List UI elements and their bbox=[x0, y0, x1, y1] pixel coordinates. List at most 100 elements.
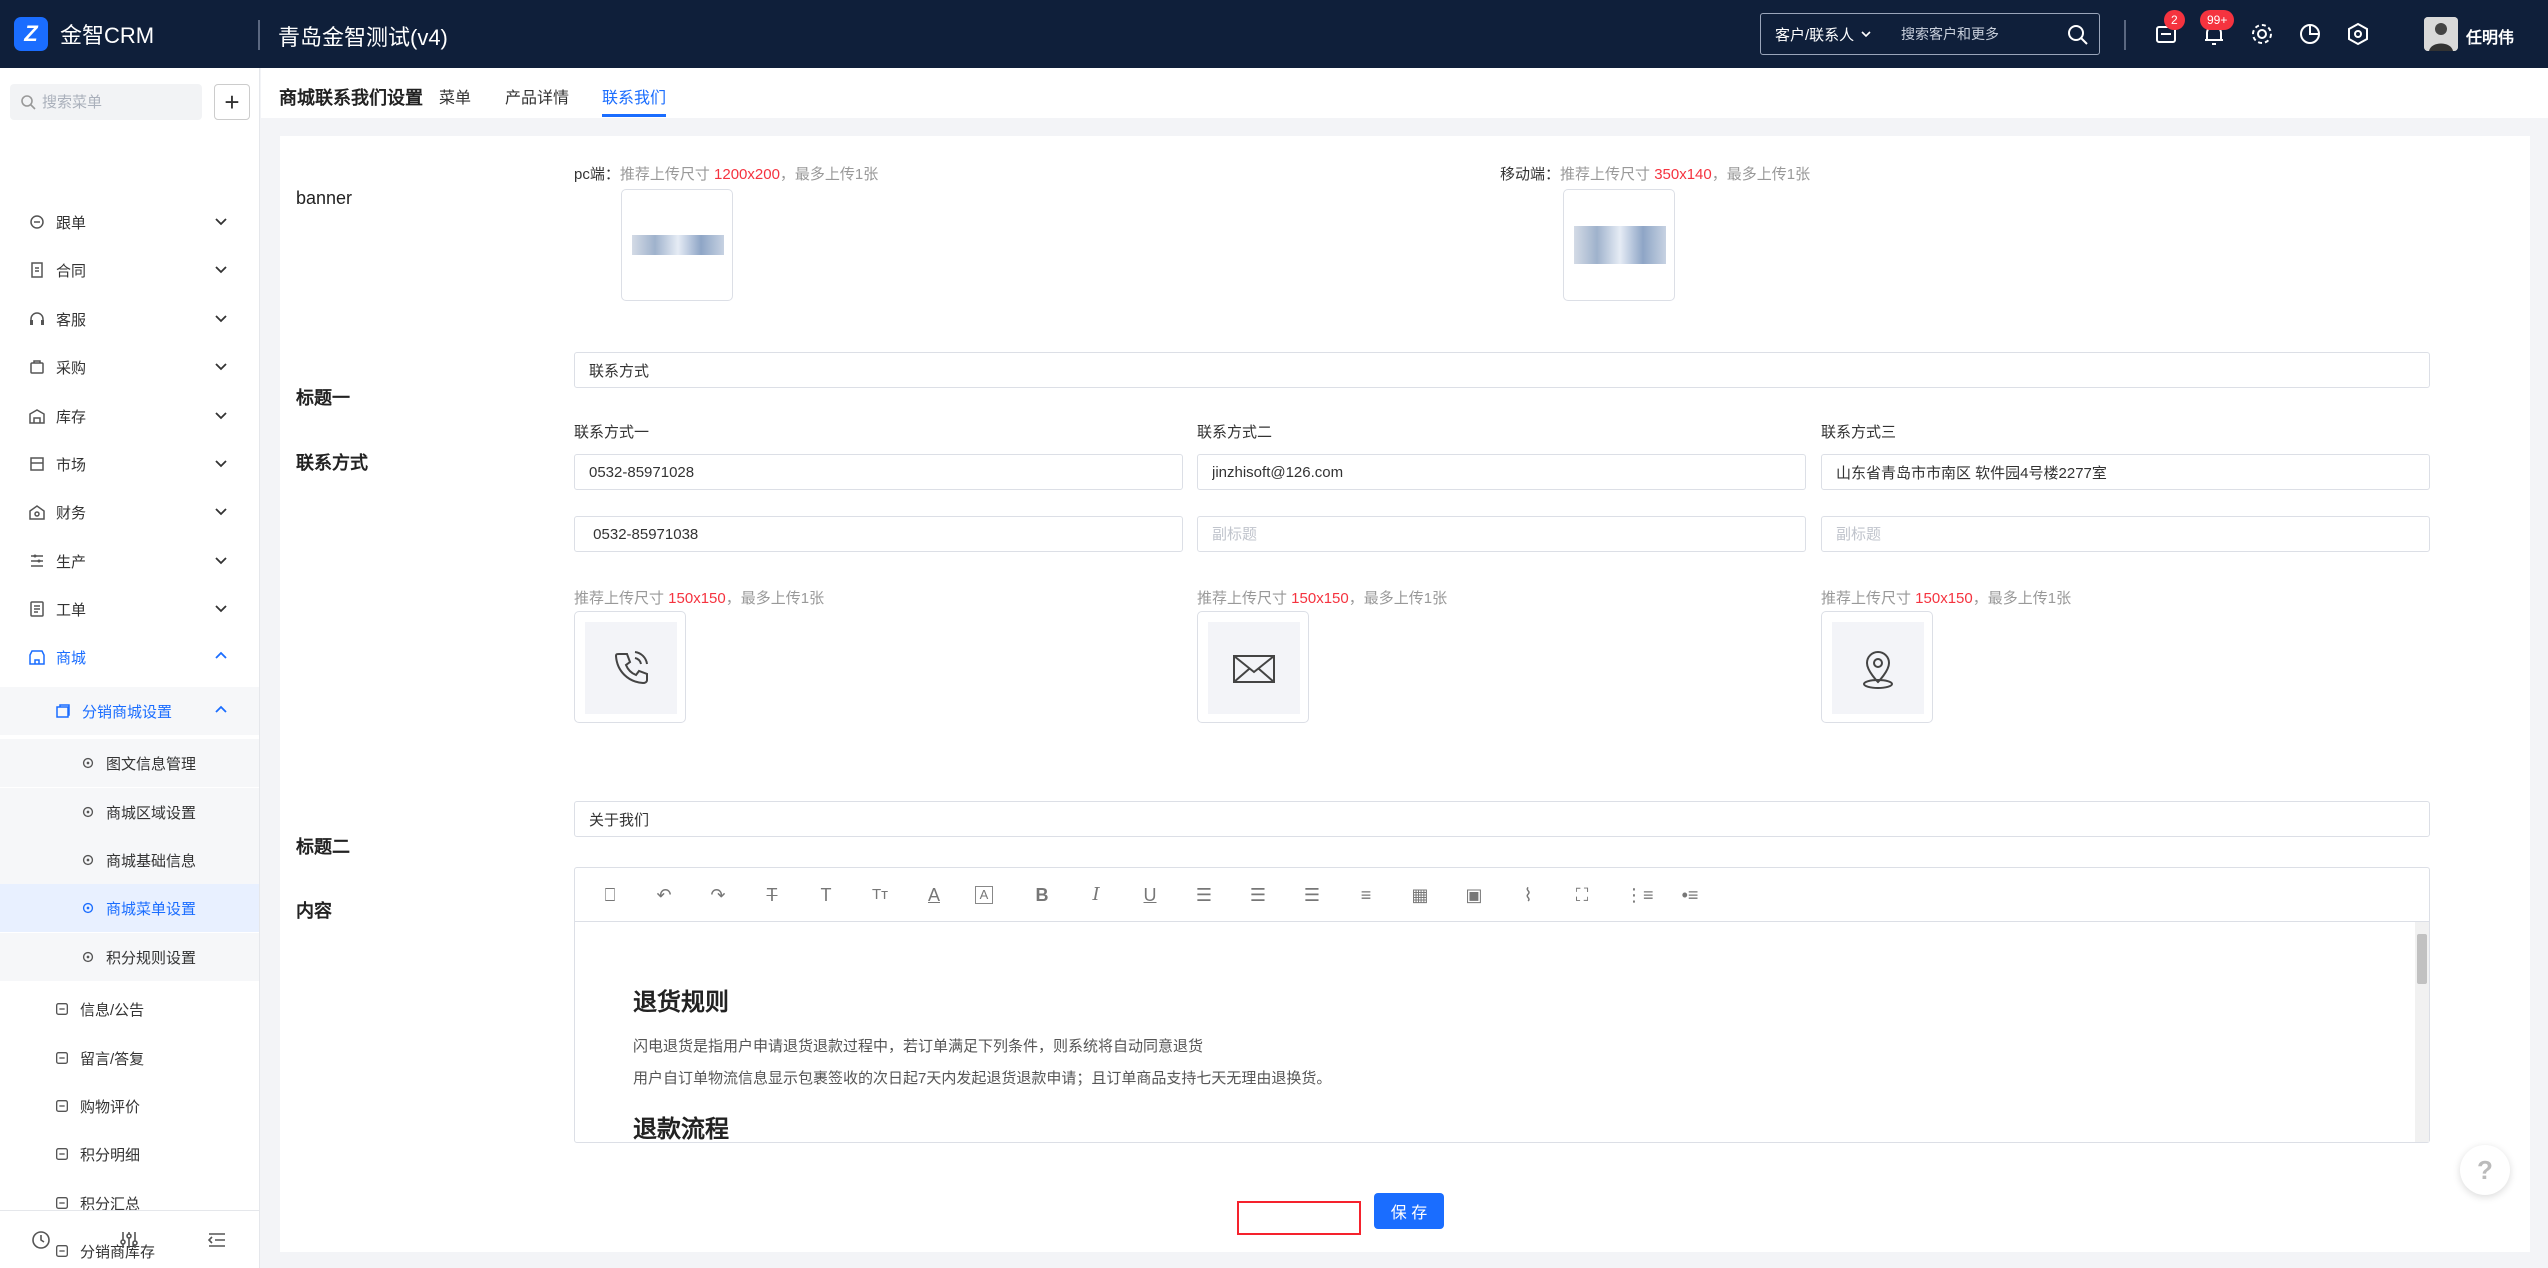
contact-value-input[interactable] bbox=[574, 454, 1183, 490]
contact-icon-upload[interactable] bbox=[1197, 611, 1309, 723]
hint-size: 150x150 bbox=[1291, 590, 1349, 607]
editor-content[interactable]: 退货规则 闪电退货是指用户申请退货退款过程中，若订单满足下列条件，则系统将自动同… bbox=[575, 922, 2415, 1142]
sidebar-item[interactable]: 市场 bbox=[0, 440, 259, 488]
sidebar-item[interactable]: 购物评价 bbox=[0, 1082, 259, 1130]
contact-subtitle-input[interactable] bbox=[574, 516, 1183, 552]
clear-format-icon[interactable]: T bbox=[761, 884, 783, 906]
app-logo[interactable]: Z 金智CRM bbox=[14, 17, 154, 51]
tab-product-details[interactable]: 产品详情 bbox=[505, 84, 569, 108]
bullet-list-icon[interactable]: •≡ bbox=[1679, 884, 1701, 906]
sidebar-item-label: 客服 bbox=[56, 311, 87, 329]
underline-icon[interactable]: U bbox=[1139, 884, 1161, 906]
tab-contact-us[interactable]: 联系我们 bbox=[602, 84, 667, 117]
user-name[interactable]: 任明伟 bbox=[2466, 24, 2514, 48]
icon-upload-hint: 推荐上传尺寸 150x150，最多上传1张 bbox=[574, 587, 824, 608]
sidebar-item[interactable]: 积分明细 bbox=[0, 1130, 259, 1178]
mobile-banner-upload[interactable] bbox=[1563, 189, 1675, 301]
sidebar-subitem[interactable]: 商城基础信息 bbox=[0, 836, 259, 884]
title2-input[interactable] bbox=[574, 801, 2430, 837]
cube-icon[interactable] bbox=[2344, 20, 2372, 48]
sidebar-item[interactable]: 工单 bbox=[0, 585, 259, 633]
sidebar-item[interactable]: 财务 bbox=[0, 488, 259, 536]
justify-icon[interactable]: ≡ bbox=[1355, 884, 1377, 906]
hint-suffix: ，最多上传1张 bbox=[725, 590, 825, 607]
editor-scrollbar[interactable] bbox=[2415, 922, 2429, 1142]
redo-icon[interactable]: ↷ bbox=[707, 884, 729, 906]
sidebar-item[interactable]: 信息/公告 bbox=[0, 985, 259, 1033]
chevron-down-icon bbox=[215, 557, 227, 565]
align-center-icon[interactable]: ☰ bbox=[1247, 884, 1269, 906]
save-button[interactable]: 保 存 bbox=[1374, 1193, 1444, 1229]
sidebar-footer bbox=[0, 1210, 259, 1268]
history-icon[interactable] bbox=[30, 1229, 52, 1251]
source-code-icon[interactable]: ⎕ bbox=[599, 884, 621, 906]
shop-info-icon bbox=[82, 854, 94, 866]
title1-input[interactable] bbox=[574, 352, 2430, 388]
table-icon[interactable]: ▦ bbox=[1409, 884, 1431, 906]
heading-icon[interactable]: T bbox=[815, 884, 837, 906]
contact-subtitle-input[interactable] bbox=[1197, 516, 1806, 552]
fullscreen-icon[interactable]: ⛶ bbox=[1571, 884, 1593, 906]
menu-search-input[interactable] bbox=[42, 93, 192, 111]
message-badge: 2 bbox=[2164, 10, 2185, 30]
search-icon[interactable] bbox=[2067, 24, 2089, 46]
align-right-icon[interactable]: ☰ bbox=[1301, 884, 1323, 906]
bold-icon[interactable]: B bbox=[1031, 884, 1053, 906]
mail-icon bbox=[1233, 655, 1275, 683]
font-color-icon[interactable]: A bbox=[923, 884, 945, 906]
sidebar-item[interactable]: 库存 bbox=[0, 392, 259, 440]
chevron-down-icon bbox=[215, 605, 227, 613]
sidebar-subitem[interactable]: 商城区域设置 bbox=[0, 788, 259, 836]
region-gear-icon bbox=[82, 806, 94, 818]
chart-pie-icon[interactable] bbox=[2296, 20, 2324, 48]
hint-text: 推荐上传尺寸 bbox=[1821, 590, 1916, 607]
ordered-list-icon[interactable]: ⋮≡ bbox=[1625, 884, 1654, 906]
align-left-icon[interactable]: ☰ bbox=[1193, 884, 1215, 906]
hint-suffix: ，最多上传1张 bbox=[1711, 166, 1811, 183]
contact-icon-upload[interactable] bbox=[574, 611, 686, 723]
sidebar-item[interactable]: 生产 bbox=[0, 537, 259, 585]
search-input[interactable] bbox=[1901, 26, 2061, 42]
sidebar-item-label: 购物评价 bbox=[80, 1098, 141, 1116]
sidebar-item[interactable]: 商城 bbox=[0, 633, 259, 681]
pc-banner-upload[interactable] bbox=[621, 189, 733, 301]
tab-menu[interactable]: 菜单 bbox=[439, 84, 471, 108]
scrollbar-thumb[interactable] bbox=[2417, 934, 2427, 984]
sidebar-item-label: 库存 bbox=[56, 408, 87, 426]
contact-value-input[interactable] bbox=[1821, 454, 2430, 490]
image-icon[interactable]: ▣ bbox=[1463, 884, 1485, 906]
sidebar-item[interactable]: 跟单 bbox=[0, 198, 259, 246]
attachment-icon[interactable]: ⌇ bbox=[1517, 884, 1539, 906]
sidebar-subitem[interactable]: 图文信息管理 bbox=[0, 739, 259, 787]
undo-icon[interactable]: ↶ bbox=[653, 884, 675, 906]
help-button[interactable]: ? bbox=[2460, 1145, 2510, 1195]
sidebar-item[interactable]: 合同 bbox=[0, 246, 259, 294]
sidebar-subitem[interactable]: 商城菜单设置 bbox=[0, 884, 259, 932]
contact-value-input[interactable] bbox=[1197, 454, 1806, 490]
contact-label: 联系方式 bbox=[296, 453, 368, 473]
gear-icon[interactable] bbox=[2248, 20, 2276, 48]
contact-icon-upload[interactable] bbox=[1821, 611, 1933, 723]
editor-paragraph: 闪电退货是指用户申请退货退款过程中，若订单满足下列条件，则系统将自动同意退货 bbox=[633, 1038, 1204, 1055]
sidebar-item[interactable]: 客服 bbox=[0, 295, 259, 343]
search-scope-select[interactable]: 客户/联系人 bbox=[1761, 24, 1901, 45]
italic-icon[interactable]: I bbox=[1085, 884, 1107, 906]
warehouse-icon bbox=[29, 409, 45, 424]
add-button[interactable]: + bbox=[214, 84, 250, 120]
collapse-menu-icon[interactable] bbox=[206, 1229, 228, 1251]
points-gear-icon bbox=[82, 951, 94, 963]
sidebar-item[interactable]: 采购 bbox=[0, 343, 259, 391]
hint-size: 1200x200 bbox=[714, 166, 780, 183]
location-icon bbox=[1863, 651, 1893, 689]
avatar[interactable] bbox=[2424, 17, 2458, 51]
sidebar-item-label: 生产 bbox=[56, 553, 87, 571]
sidebar-subitem[interactable]: 积分规则设置 bbox=[0, 933, 259, 981]
font-size-icon[interactable]: Tт bbox=[869, 884, 891, 906]
sidebar-item-label: 图文信息管理 bbox=[106, 755, 197, 773]
contact-subtitle-input[interactable] bbox=[1821, 516, 2430, 552]
sidebar-item[interactable]: 留言/答复 bbox=[0, 1034, 259, 1082]
filter-settings-icon[interactable] bbox=[118, 1229, 140, 1251]
sidebar-item-distribution-settings[interactable]: 分销商城设置 bbox=[0, 687, 259, 735]
sidebar-item-label: 市场 bbox=[56, 456, 87, 474]
background-color-icon[interactable]: A bbox=[975, 886, 993, 904]
